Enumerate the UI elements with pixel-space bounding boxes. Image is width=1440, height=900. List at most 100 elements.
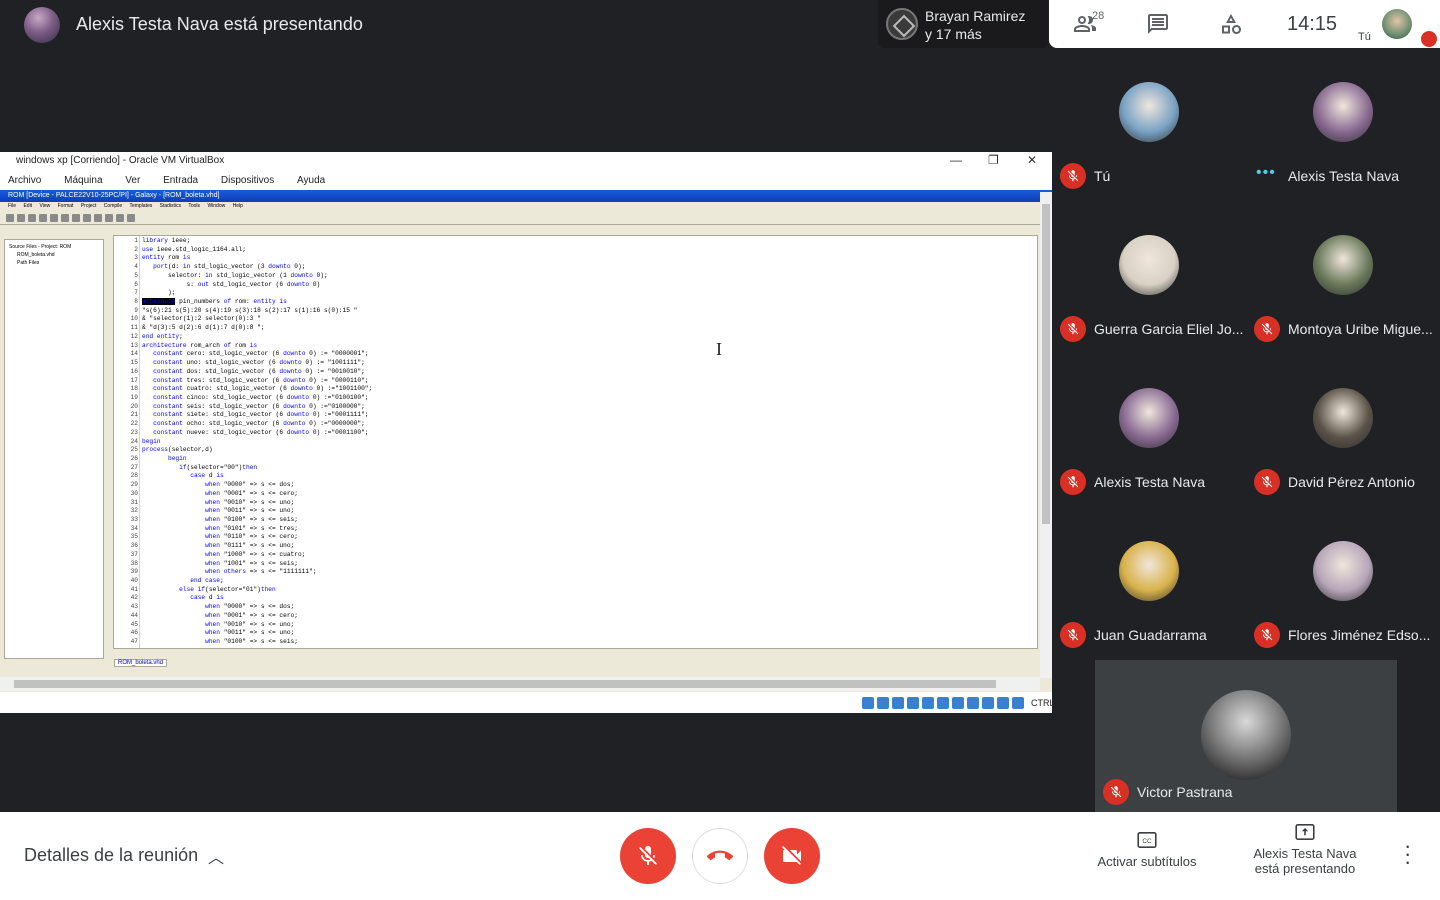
mic-off-icon [1421, 31, 1437, 47]
virtualbox-menu: Archivo Máquina Ver Entrada Dispositivos… [0, 171, 1052, 190]
toolbar-button[interactable] [83, 213, 91, 222]
toolbar-button[interactable] [94, 213, 102, 222]
captions-button[interactable]: CC Activar subtítulos [1091, 832, 1203, 869]
minimize-icon[interactable]: — [950, 153, 962, 167]
recording-icon[interactable] [967, 697, 979, 709]
menu-item[interactable]: Stadistics [160, 203, 181, 209]
camera-off-icon [782, 846, 801, 865]
toolbar-button[interactable] [50, 213, 58, 222]
mouse-icon[interactable] [997, 697, 1009, 709]
shared-folder-icon[interactable] [937, 697, 949, 709]
line-numbers: 1 2 3 4 5 6 7 8 9 10 11 12 13 14 15 16 1… [130, 237, 138, 646]
menu-item[interactable]: Dispositivos [221, 175, 274, 186]
virtualbox-titlebar: windows xp [Corriendo] - Oracle VM Virtu… [0, 152, 1052, 171]
participant-tile[interactable]: Alexis Testa Nava [1052, 354, 1246, 507]
menu-item[interactable]: Tools [188, 203, 200, 209]
presenting-button[interactable]: Alexis Testa Nava está presentando [1240, 824, 1370, 876]
menu-item[interactable]: Entrada [163, 175, 198, 186]
meeting-details-button[interactable]: Detalles de la reunión [24, 845, 198, 866]
code-text[interactable]: library ieee; use ieee.std_logic_1164.al… [142, 237, 372, 647]
participant-avatar [1119, 235, 1179, 295]
participant-tile[interactable]: Juan Guadarrama [1052, 507, 1246, 660]
menu-item[interactable]: Help [233, 203, 243, 209]
project-tree: Source Files - Project: ROM ROM_boleta.v… [4, 239, 104, 659]
participant-tile[interactable]: Tú [1052, 48, 1246, 201]
more-options-icon[interactable]: · · · [1404, 835, 1411, 873]
activities-icon[interactable] [1219, 12, 1243, 36]
menu-item[interactable]: File [8, 203, 16, 209]
toolbar-button[interactable] [72, 213, 80, 222]
chat-icon[interactable] [1146, 12, 1170, 36]
mic-off-icon [1254, 622, 1280, 648]
code-editor[interactable]: 1 2 3 4 5 6 7 8 9 10 11 12 13 14 15 16 1… [113, 235, 1038, 649]
menu-item[interactable]: Project [81, 203, 97, 209]
hdd-icon[interactable] [862, 697, 874, 709]
captions-label: Activar subtítulos [1097, 854, 1197, 869]
scroll-thumb[interactable] [1042, 204, 1050, 524]
toolbar-button[interactable] [6, 213, 14, 222]
toolbar-button[interactable] [105, 213, 113, 222]
restore-icon[interactable]: ❐ [988, 153, 999, 167]
toolbar-button[interactable] [28, 213, 36, 222]
scroll-thumb[interactable] [14, 680, 996, 688]
people-count: 28 [1092, 10, 1105, 22]
host-key-label: CTRL [1031, 698, 1052, 708]
presenting-label-line2: está presentando [1254, 861, 1356, 876]
self-avatar[interactable] [1382, 9, 1412, 39]
editor-tab[interactable]: ROM_boleta.vhd [114, 659, 168, 667]
menu-item[interactable]: Máquina [64, 175, 102, 186]
speaker-name: Brayan Ramirez [925, 8, 1026, 24]
mic-off-icon [1060, 622, 1086, 648]
horizontal-scrollbar[interactable] [0, 677, 1040, 691]
clock: 14:15 [1287, 13, 1338, 35]
chevron-up-icon[interactable]: ︿ [208, 844, 224, 868]
audio-icon[interactable] [892, 697, 904, 709]
participant-name: Alexis Testa Nava [1094, 474, 1206, 490]
mic-off-icon [1103, 779, 1129, 805]
galaxy-menu: File Edit View Format Project Compile Te… [0, 202, 1052, 211]
usb-icon[interactable] [922, 697, 934, 709]
camera-toggle-button[interactable] [764, 828, 820, 884]
participant-tile[interactable]: Guerra Garcia Eliel Jo... [1052, 201, 1246, 354]
menu-item[interactable]: Archivo [8, 175, 41, 186]
tree-item[interactable]: Path Files [9, 260, 99, 266]
participant-tile[interactable]: David Pérez Antonio [1246, 354, 1440, 507]
vertical-scrollbar[interactable] [1040, 192, 1052, 678]
network-icon[interactable] [907, 697, 919, 709]
mic-toggle-button[interactable] [620, 828, 676, 884]
menu-item[interactable]: Compile [104, 203, 122, 209]
keyboard-icon[interactable] [1012, 697, 1024, 709]
participant-avatar [1119, 388, 1179, 448]
tree-item[interactable]: ROM_boleta.vhd [9, 252, 99, 258]
speaker-avatar [886, 8, 918, 40]
galaxy-title: ROM [Device - PALCE22V10-25PC/PI] - Gala… [8, 192, 220, 199]
featured-participant-tile[interactable]: Victor Pastrana [1095, 660, 1397, 812]
participant-name: Flores Jiménez Edso... [1288, 627, 1431, 643]
menu-item[interactable]: Window [207, 203, 225, 209]
toolbar-button[interactable] [61, 213, 69, 222]
tree-item[interactable]: Source Files - Project: ROM [9, 244, 99, 250]
participant-tile[interactable]: Flores Jiménez Edso... [1246, 507, 1440, 660]
svg-text:CC: CC [1142, 838, 1152, 845]
hang-up-icon [707, 850, 733, 861]
menu-item[interactable]: Edit [23, 203, 32, 209]
toolbar-button[interactable] [116, 213, 124, 222]
leave-call-button[interactable] [692, 828, 748, 884]
participant-name: Alexis Testa Nava [1288, 168, 1400, 184]
menu-item[interactable]: Format [58, 203, 74, 209]
menu-item[interactable]: View [39, 203, 50, 209]
participant-tile[interactable]: ••• Alexis Testa Nava [1246, 48, 1440, 201]
toolbar-button[interactable] [39, 213, 47, 222]
toolbar-button[interactable] [127, 213, 135, 222]
presenting-label-line1: Alexis Testa Nava [1253, 846, 1357, 861]
cpu-icon[interactable] [982, 697, 994, 709]
presenter-avatar [24, 7, 60, 43]
display-icon[interactable] [952, 697, 964, 709]
menu-item[interactable]: Templates [129, 203, 152, 209]
menu-item[interactable]: Ayuda [297, 175, 325, 186]
close-icon[interactable]: ✕ [1027, 153, 1037, 167]
toolbar-button[interactable] [17, 213, 25, 222]
optical-icon[interactable] [877, 697, 889, 709]
participant-tile[interactable]: Montoya Uribe Migue... [1246, 201, 1440, 354]
menu-item[interactable]: Ver [125, 175, 140, 186]
